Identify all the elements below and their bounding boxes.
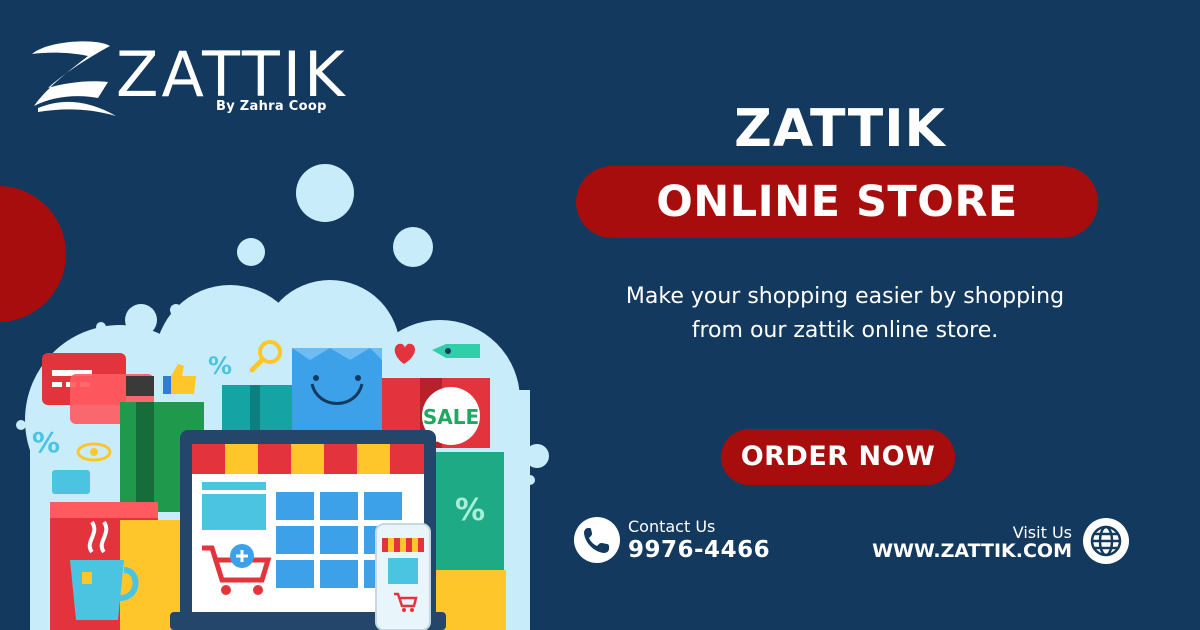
logo-subtitle: By Zahra Coop: [216, 99, 327, 114]
globe-icon[interactable]: [1083, 518, 1129, 564]
shop-awning: [192, 444, 424, 474]
tagline-line-2: from our zattik online store.: [691, 318, 999, 343]
contact-label: Contact Us: [628, 517, 716, 536]
percent-icon: %: [208, 352, 232, 380]
order-now-button[interactable]: ORDER NOW: [721, 429, 955, 485]
yellow-bag: [436, 570, 506, 630]
logo-z-swoosh-icon: [32, 41, 116, 116]
ticket-icon: [52, 470, 90, 494]
smartphone-icon: [375, 523, 431, 630]
subheadline-text: ONLINE STORE: [656, 177, 1018, 227]
website-url-link[interactable]: WWW.ZATTIK.COM: [860, 540, 1072, 562]
percent-icon: %: [32, 426, 60, 459]
sale-badge-label: SALE: [423, 405, 479, 429]
brand-logo[interactable]: ZATTIK By Zahra Coop: [28, 36, 348, 126]
promo-banner: ZATTIK By Zahra Coop % % SALE % ZATTIK O…: [0, 0, 1200, 630]
headline-title: ZATTIK: [734, 99, 946, 159]
phone-icon[interactable]: [574, 517, 620, 563]
shopping-illustration: % % SALE %: [16, 164, 549, 630]
tagline: Make your shopping easier by shopping fr…: [560, 280, 1130, 348]
phone-glyph-icon: [584, 528, 609, 553]
shopping-bag-icon: [292, 348, 382, 438]
contact-phone-number[interactable]: 9976-4466: [628, 537, 770, 563]
tagline-line-1: Make your shopping easier by shopping: [625, 284, 1065, 309]
svg-text:%: %: [455, 493, 485, 528]
globe-glyph-icon: [1090, 525, 1122, 557]
